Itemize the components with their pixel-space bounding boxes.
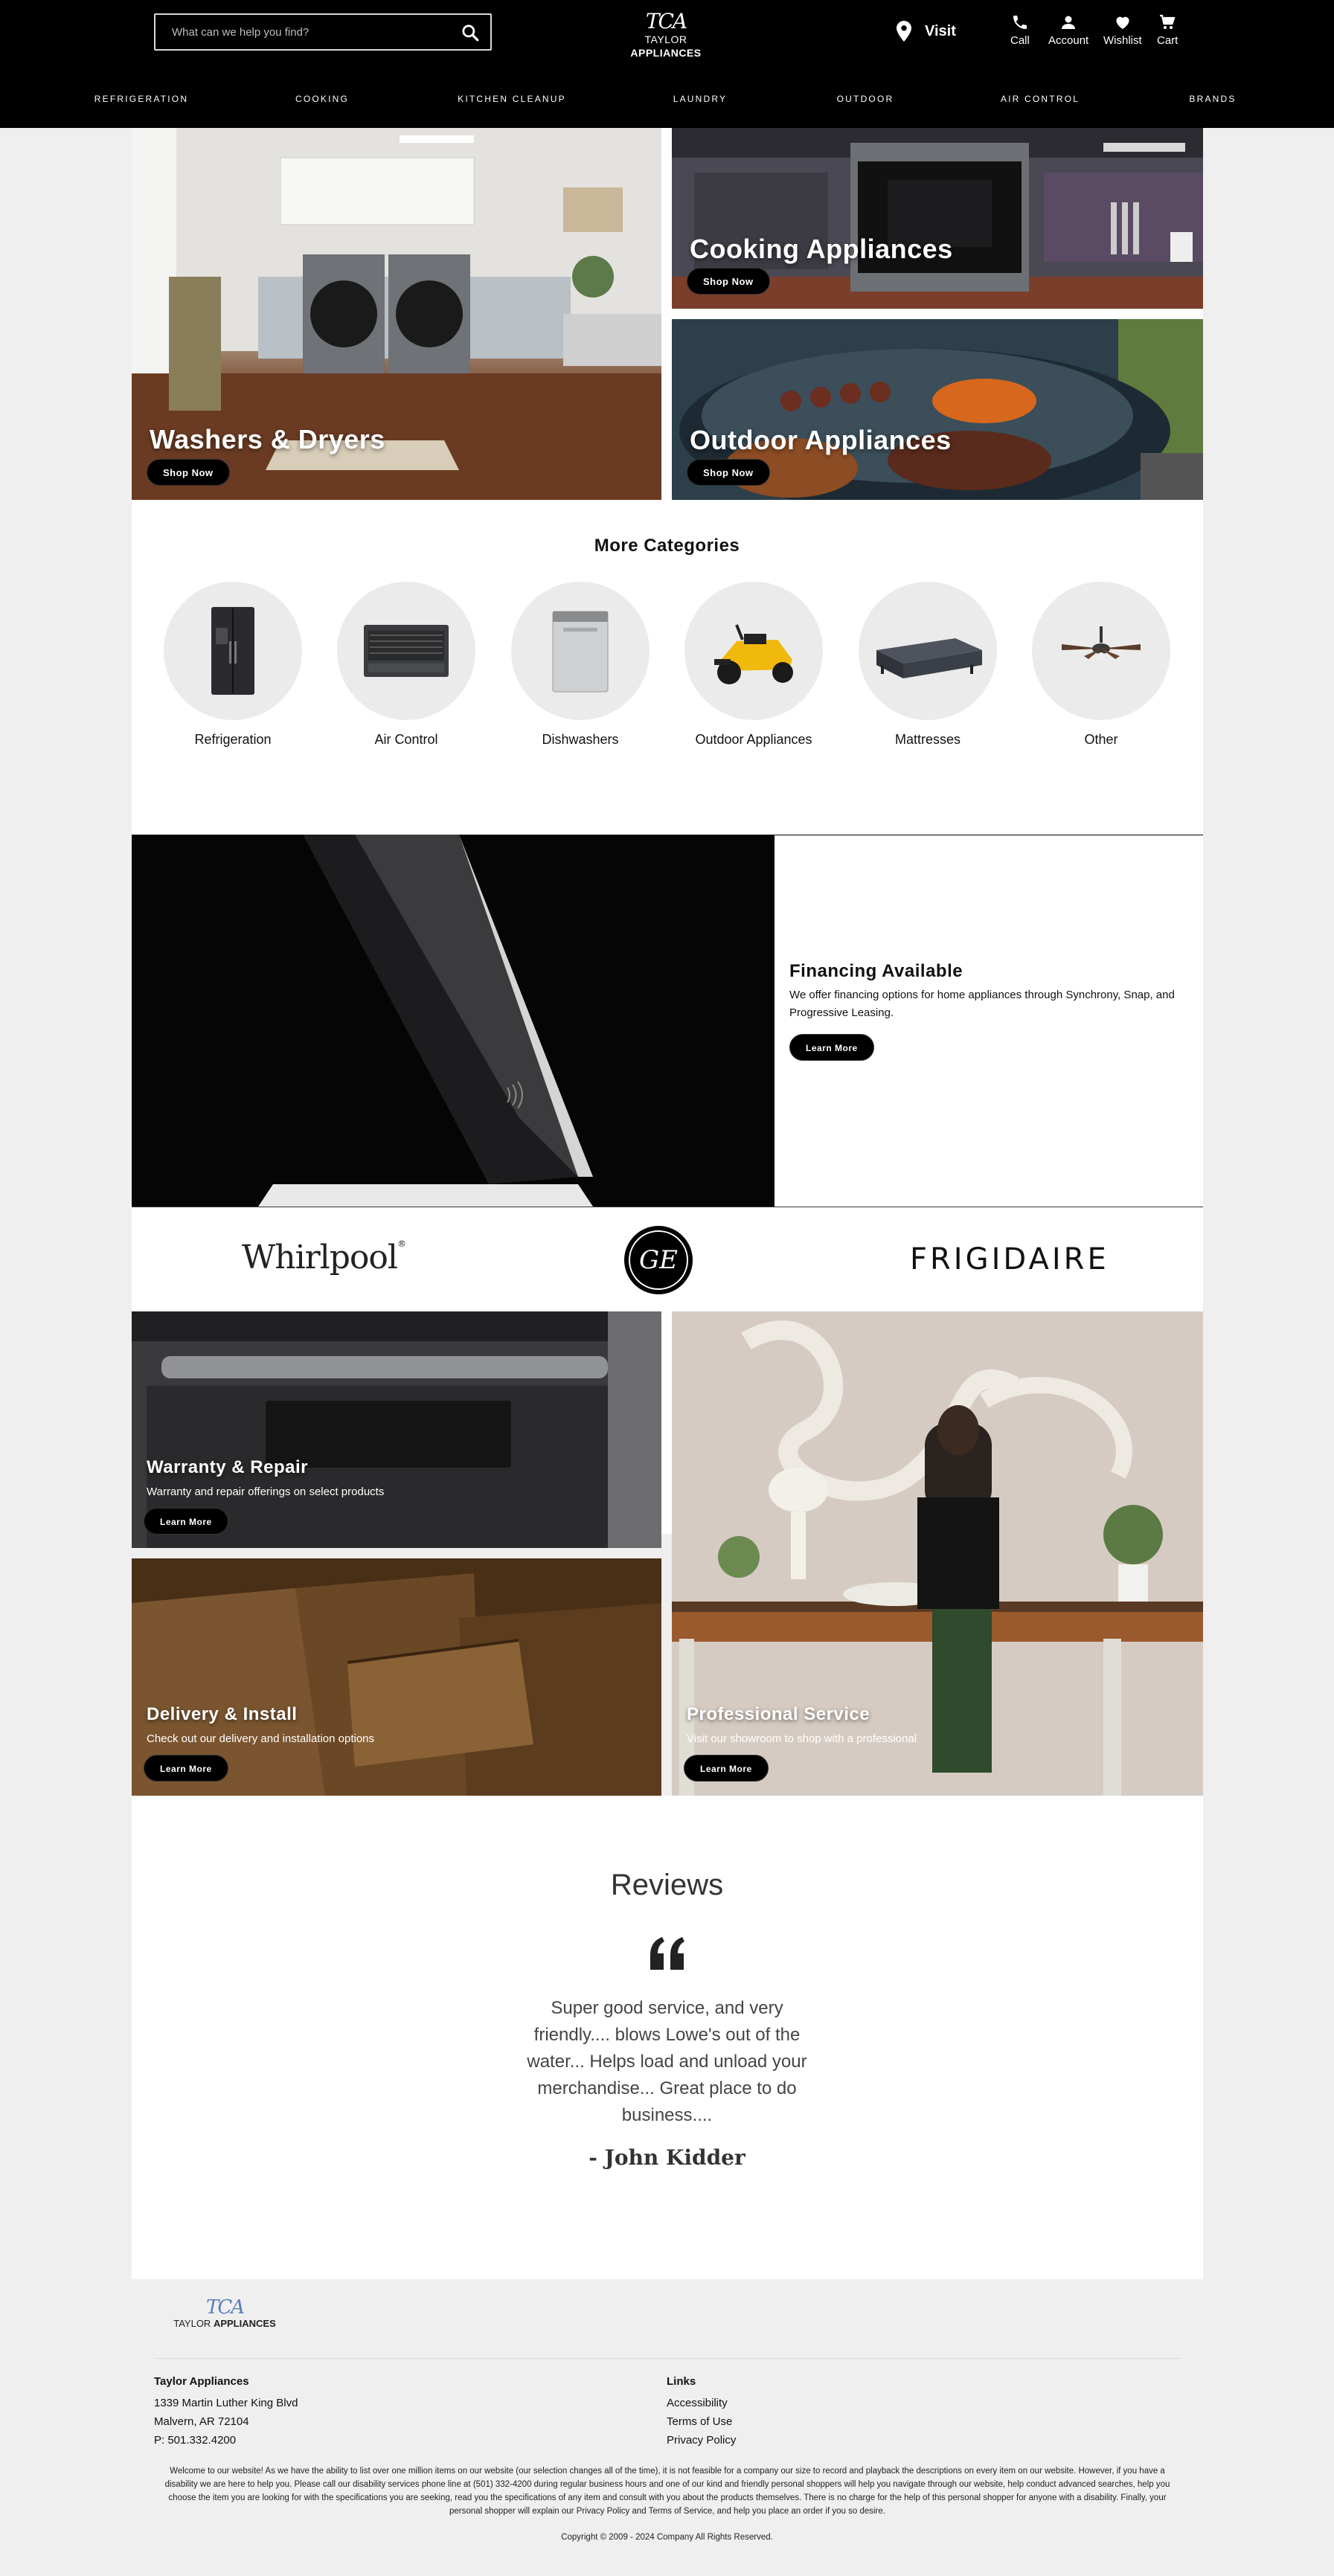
hero-washers-dryers[interactable]: Washers & Dryers Shop Now <box>132 128 661 500</box>
washers-shop-now-button[interactable]: Shop Now <box>147 459 230 486</box>
footer-logo[interactable]: TCA TAYLOR APPLIANCES <box>173 2297 277 2330</box>
main-nav: REFRIGERATION COOKING KITCHEN CLEANUP LA… <box>0 88 1334 113</box>
heart-icon <box>1116 16 1129 29</box>
air-conditioner-icon <box>337 582 475 720</box>
visit-label: Visit <box>925 22 956 39</box>
category-label: Mattresses <box>894 732 961 747</box>
category-label: Refrigeration <box>194 732 272 747</box>
warranty-title: Warranty & Repair <box>147 1457 308 1477</box>
footer-links-title: Links <box>667 2375 696 2388</box>
category-mattresses[interactable]: Mattresses <box>859 582 997 748</box>
call-button[interactable]: Call <box>1010 13 1030 47</box>
delivery-title: Delivery & Install <box>147 1704 298 1724</box>
visit-link[interactable]: Visit <box>897 19 956 43</box>
nav-cooking[interactable]: COOKING <box>295 94 349 104</box>
cart-button[interactable]: Cart <box>1157 13 1178 47</box>
warranty-learn-more-button[interactable]: Learn More <box>144 1508 228 1535</box>
category-label: Air Control <box>374 732 438 747</box>
whirlpool-logo[interactable]: Whirlpool® <box>242 1239 406 1276</box>
professional-title: Professional Service <box>687 1704 870 1724</box>
category-dishwashers[interactable]: Dishwashers <box>511 582 650 748</box>
categories-title: More Categories <box>594 536 740 556</box>
wishlist-button[interactable]: Wishlist <box>1103 13 1142 47</box>
nav-kitchen-cleanup[interactable]: KITCHEN CLEANUP <box>458 94 566 104</box>
terms-link[interactable]: Terms of Use <box>667 2412 736 2431</box>
professional-text: Visit our showroom to shop with a profes… <box>687 1732 917 1745</box>
nav-air-control[interactable]: AIR CONTROL <box>1001 94 1080 104</box>
hero-cooking-appliances[interactable]: Cooking Appliances Shop Now <box>672 128 1203 309</box>
footer-address: 1339 Martin Luther King Blvd Malvern, AR… <box>154 2394 298 2450</box>
category-refrigeration[interactable]: Refrigeration <box>164 582 302 748</box>
nav-laundry[interactable]: LAUNDRY <box>673 94 728 104</box>
category-label: Other <box>1084 732 1118 747</box>
phone-icon <box>1013 16 1027 29</box>
delivery-learn-more-button[interactable]: Learn More <box>144 1755 228 1782</box>
nav-brands[interactable]: BRANDS <box>1189 94 1236 104</box>
footer-company-name: Taylor Appliances <box>154 2375 249 2388</box>
accessibility-link[interactable]: Accessibility <box>667 2394 736 2412</box>
category-label: Outdoor Appliances <box>695 732 812 747</box>
nav-refrigeration[interactable]: REFRIGERATION <box>94 94 188 104</box>
category-air-control[interactable]: Air Control <box>337 582 475 748</box>
financing-learn-more-button[interactable]: Learn More <box>789 1034 874 1061</box>
category-other[interactable]: Other <box>1032 582 1170 748</box>
professional-service-tile[interactable]: Professional Service Visit our showroom … <box>672 1311 1203 1796</box>
dishwasher-icon <box>511 582 650 720</box>
warranty-text: Warranty and repair offerings on select … <box>147 1485 385 1498</box>
quote-icon <box>650 1937 684 1970</box>
financing-title: Financing Available <box>789 961 963 981</box>
logo-monogram: TCA <box>645 9 687 33</box>
warranty-repair-tile[interactable]: Warranty & Repair Warranty and repair of… <box>132 1311 661 1548</box>
site-header: What can we help you find? TCA TAYLOR AP… <box>0 0 1334 128</box>
category-label: Dishwashers <box>542 732 619 747</box>
copyright: Copyright © 2009 - 2024 Company All Righ… <box>561 2533 773 2542</box>
logo-wordmark: TAYLOR APPLIANCES <box>173 2318 276 2329</box>
financing-image <box>132 835 775 1207</box>
fridge-icon <box>164 582 302 720</box>
hero-cooking-title: Cooking Appliances <box>690 234 953 264</box>
category-outdoor-appliances[interactable]: Outdoor Appliances <box>684 582 823 748</box>
financing-text: We offer financing options for home appl… <box>789 989 1175 1019</box>
mattress-icon <box>859 582 997 720</box>
accessibility-disclaimer: Welcome to our website! As we have the a… <box>164 2467 1170 2516</box>
hero-washers-title: Washers & Dryers <box>150 424 385 455</box>
footer-divider <box>154 2358 1181 2359</box>
reviews-title: Reviews <box>610 1869 724 1901</box>
hero-outdoor-appliances[interactable]: Outdoor Appliances Shop Now <box>672 319 1203 500</box>
ceiling-fan-icon <box>1032 582 1170 720</box>
account-button[interactable]: Account <box>1048 13 1088 47</box>
map-pin-icon <box>897 21 911 42</box>
review-author: - John Kidder <box>589 2145 745 2170</box>
logo-monogram: TCA <box>205 2296 245 2319</box>
cart-icon <box>1160 14 1176 29</box>
search-icon[interactable] <box>461 23 480 42</box>
user-icon <box>1062 16 1076 29</box>
cooking-shop-now-button[interactable]: Shop Now <box>687 268 770 295</box>
financing-section: Financing Available We offer financing o… <box>789 961 1206 1061</box>
ge-logo[interactable]: GE <box>624 1226 693 1294</box>
search-box[interactable]: What can we help you find? <box>154 13 492 51</box>
site-logo[interactable]: TCA TAYLOR APPLIANCES <box>610 9 722 60</box>
privacy-link[interactable]: Privacy Policy <box>667 2431 736 2450</box>
search-input[interactable]: What can we help you find? <box>172 26 309 39</box>
outdoor-shop-now-button[interactable]: Shop Now <box>687 459 770 486</box>
professional-learn-more-button[interactable]: Learn More <box>684 1755 769 1782</box>
hero-outdoor-title: Outdoor Appliances <box>690 425 952 455</box>
frigidaire-logo[interactable]: FRIGIDAIRE <box>910 1242 1109 1276</box>
footer-phone[interactable]: P: 501.332.4200 <box>154 2431 298 2450</box>
delivery-text: Check out our delivery and installation … <box>147 1732 375 1745</box>
nav-outdoor[interactable]: OUTDOOR <box>837 94 894 104</box>
footer-links: Accessibility Terms of Use Privacy Polic… <box>667 2394 736 2450</box>
review-quote: Super good service, and very friendly...… <box>527 1998 807 2125</box>
lawn-mower-icon <box>684 582 823 720</box>
delivery-install-tile[interactable]: Delivery & Install Check out our deliver… <box>132 1558 661 1796</box>
logo-wordmark: TAYLOR APPLIANCES <box>630 33 702 59</box>
